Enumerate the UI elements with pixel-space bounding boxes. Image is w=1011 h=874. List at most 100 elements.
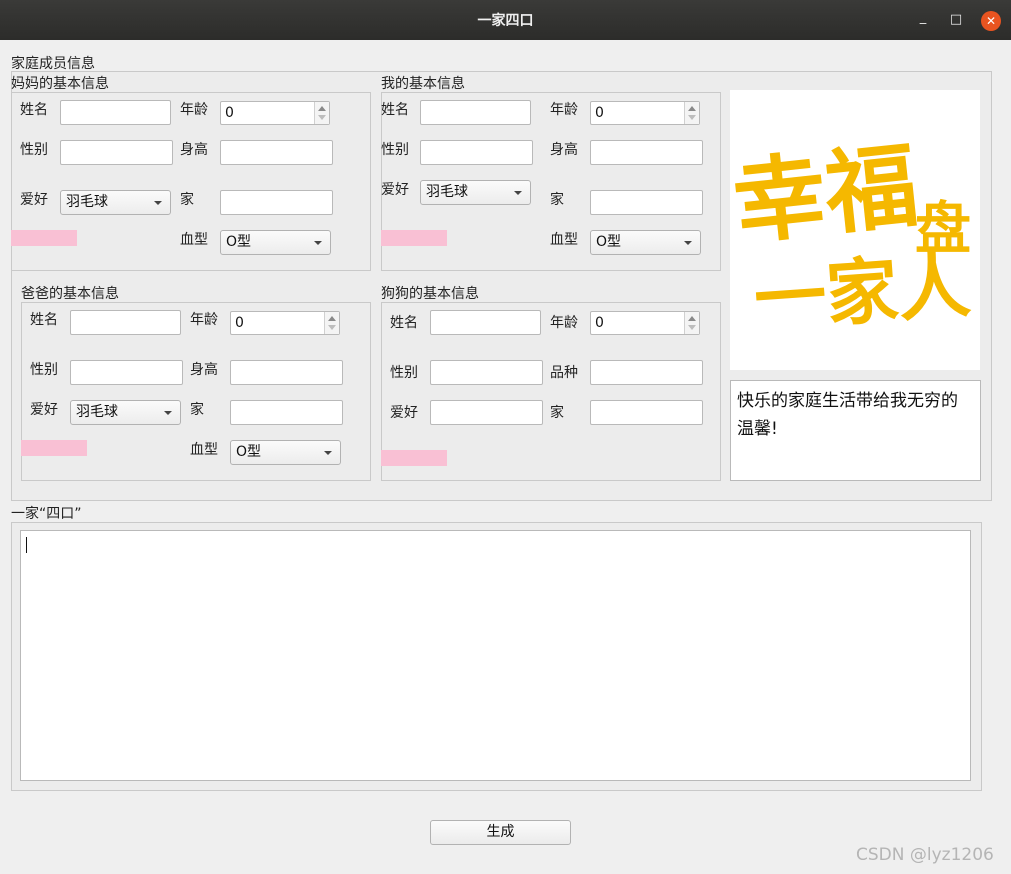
mom-blood-value: O型 bbox=[226, 234, 252, 250]
mom-gender-label: 性别 bbox=[20, 142, 48, 158]
maximize-icon: □ bbox=[949, 12, 963, 27]
dog-name-input[interactable] bbox=[430, 310, 541, 335]
dad-gender-label: 性别 bbox=[30, 362, 58, 378]
dog-home-input[interactable] bbox=[590, 400, 703, 425]
mom-hobby-combobox[interactable]: 羽毛球 bbox=[60, 190, 171, 215]
mom-home-label: 家 bbox=[180, 192, 194, 208]
me-name-label: 姓名 bbox=[381, 102, 409, 118]
dad-blood-value: O型 bbox=[236, 444, 262, 460]
mom-pink-tag bbox=[11, 230, 77, 246]
me-height-label: 身高 bbox=[550, 142, 578, 158]
me-hobby-combobox[interactable]: 羽毛球 bbox=[420, 180, 531, 205]
chevron-down-icon bbox=[154, 201, 162, 205]
dad-home-input[interactable] bbox=[230, 400, 343, 425]
dog-age-spinbox[interactable]: 0 bbox=[590, 311, 700, 335]
mom-age-value: 0 bbox=[225, 105, 234, 121]
spin-down-icon[interactable] bbox=[328, 325, 336, 330]
mom-hobby-value: 羽毛球 bbox=[66, 194, 108, 210]
mom-hobby-label: 爱好 bbox=[20, 192, 48, 208]
dad-name-label: 姓名 bbox=[30, 312, 58, 328]
generate-button[interactable]: 生成 bbox=[430, 820, 571, 845]
spin-up-icon[interactable] bbox=[688, 106, 696, 111]
dad-age-stepper[interactable] bbox=[324, 312, 339, 334]
mom-blood-label: 血型 bbox=[180, 232, 208, 248]
chevron-down-icon bbox=[164, 411, 172, 415]
dad-height-label: 身高 bbox=[190, 362, 218, 378]
maximize-button[interactable]: □ bbox=[948, 10, 964, 30]
mom-height-input[interactable] bbox=[220, 140, 333, 165]
mom-gender-input[interactable] bbox=[60, 140, 173, 165]
spin-down-icon[interactable] bbox=[688, 325, 696, 330]
me-height-input[interactable] bbox=[590, 140, 703, 165]
spin-down-icon[interactable] bbox=[688, 115, 696, 120]
mom-name-input[interactable] bbox=[60, 100, 171, 125]
dog-age-stepper[interactable] bbox=[684, 312, 699, 334]
mom-info-title: 妈妈的基本信息 bbox=[11, 76, 109, 92]
dad-blood-combobox[interactable]: O型 bbox=[230, 440, 341, 465]
dog-breed-input[interactable] bbox=[590, 360, 703, 385]
me-gender-input[interactable] bbox=[420, 140, 533, 165]
happy-family-banner-text: 幸福 盘 一家人 bbox=[730, 132, 973, 342]
chevron-down-icon bbox=[324, 451, 332, 455]
message-textbox[interactable]: 快乐的家庭生活带给我无穷的温馨! bbox=[730, 380, 981, 481]
spin-down-icon[interactable] bbox=[318, 115, 326, 120]
family-four-title: 一家“四口” bbox=[11, 506, 82, 522]
csdn-watermark: CSDN @lyz1206 bbox=[856, 845, 994, 865]
mom-height-label: 身高 bbox=[180, 142, 208, 158]
dad-hobby-label: 爱好 bbox=[30, 402, 58, 418]
text-cursor bbox=[26, 537, 27, 553]
chevron-down-icon bbox=[314, 241, 322, 245]
me-hobby-value: 羽毛球 bbox=[426, 184, 468, 200]
family-output-textarea[interactable] bbox=[20, 530, 971, 781]
dad-age-spinbox[interactable]: 0 bbox=[230, 311, 340, 335]
mom-blood-combobox[interactable]: O型 bbox=[220, 230, 331, 255]
minimize-button[interactable]: _ bbox=[915, 8, 931, 28]
me-blood-label: 血型 bbox=[550, 232, 578, 248]
me-age-stepper[interactable] bbox=[684, 102, 699, 124]
happy-family-artwork: 幸福 盘 一家人 bbox=[730, 132, 973, 342]
dog-home-label: 家 bbox=[550, 405, 564, 421]
me-name-input[interactable] bbox=[420, 100, 531, 125]
me-info-title: 我的基本信息 bbox=[381, 76, 465, 92]
mom-name-label: 姓名 bbox=[20, 102, 48, 118]
banner-line2: 一家人 bbox=[752, 243, 973, 342]
dad-gender-input[interactable] bbox=[70, 360, 183, 385]
me-age-label: 年龄 bbox=[550, 102, 578, 118]
dad-hobby-value: 羽毛球 bbox=[76, 404, 118, 420]
mom-age-stepper[interactable] bbox=[314, 102, 329, 124]
dog-age-value: 0 bbox=[595, 315, 604, 331]
dad-age-value: 0 bbox=[235, 315, 244, 331]
dog-gender-label: 性别 bbox=[390, 365, 418, 381]
me-blood-combobox[interactable]: O型 bbox=[590, 230, 701, 255]
close-button[interactable]: ✕ bbox=[981, 11, 1001, 31]
me-home-input[interactable] bbox=[590, 190, 703, 215]
mom-age-spinbox[interactable]: 0 bbox=[220, 101, 330, 125]
me-hobby-label: 爱好 bbox=[381, 182, 409, 198]
spin-up-icon[interactable] bbox=[328, 316, 336, 321]
dog-gender-input[interactable] bbox=[430, 360, 543, 385]
dog-hobby-label: 爱好 bbox=[390, 405, 418, 421]
message-text: 快乐的家庭生活带给我无穷的温馨! bbox=[737, 391, 958, 439]
chevron-down-icon bbox=[684, 241, 692, 245]
dog-age-label: 年龄 bbox=[550, 315, 578, 331]
me-home-label: 家 bbox=[550, 192, 564, 208]
dad-name-input[interactable] bbox=[70, 310, 181, 335]
spin-up-icon[interactable] bbox=[688, 316, 696, 321]
dog-pink-tag bbox=[381, 450, 447, 466]
me-pink-tag bbox=[381, 230, 447, 246]
spin-up-icon[interactable] bbox=[318, 106, 326, 111]
me-blood-value: O型 bbox=[596, 234, 622, 250]
dog-hobby-input[interactable] bbox=[430, 400, 543, 425]
dad-hobby-combobox[interactable]: 羽毛球 bbox=[70, 400, 181, 425]
minimize-icon: _ bbox=[919, 10, 927, 25]
dad-home-label: 家 bbox=[190, 402, 204, 418]
dad-height-input[interactable] bbox=[230, 360, 343, 385]
mom-home-input[interactable] bbox=[220, 190, 333, 215]
close-icon: ✕ bbox=[985, 14, 997, 28]
dad-age-label: 年龄 bbox=[190, 312, 218, 328]
me-age-spinbox[interactable]: 0 bbox=[590, 101, 700, 125]
dad-info-title: 爸爸的基本信息 bbox=[21, 286, 119, 302]
family-members-group-title: 家庭成员信息 bbox=[11, 56, 95, 72]
chevron-down-icon bbox=[514, 191, 522, 195]
mom-age-label: 年龄 bbox=[180, 102, 208, 118]
